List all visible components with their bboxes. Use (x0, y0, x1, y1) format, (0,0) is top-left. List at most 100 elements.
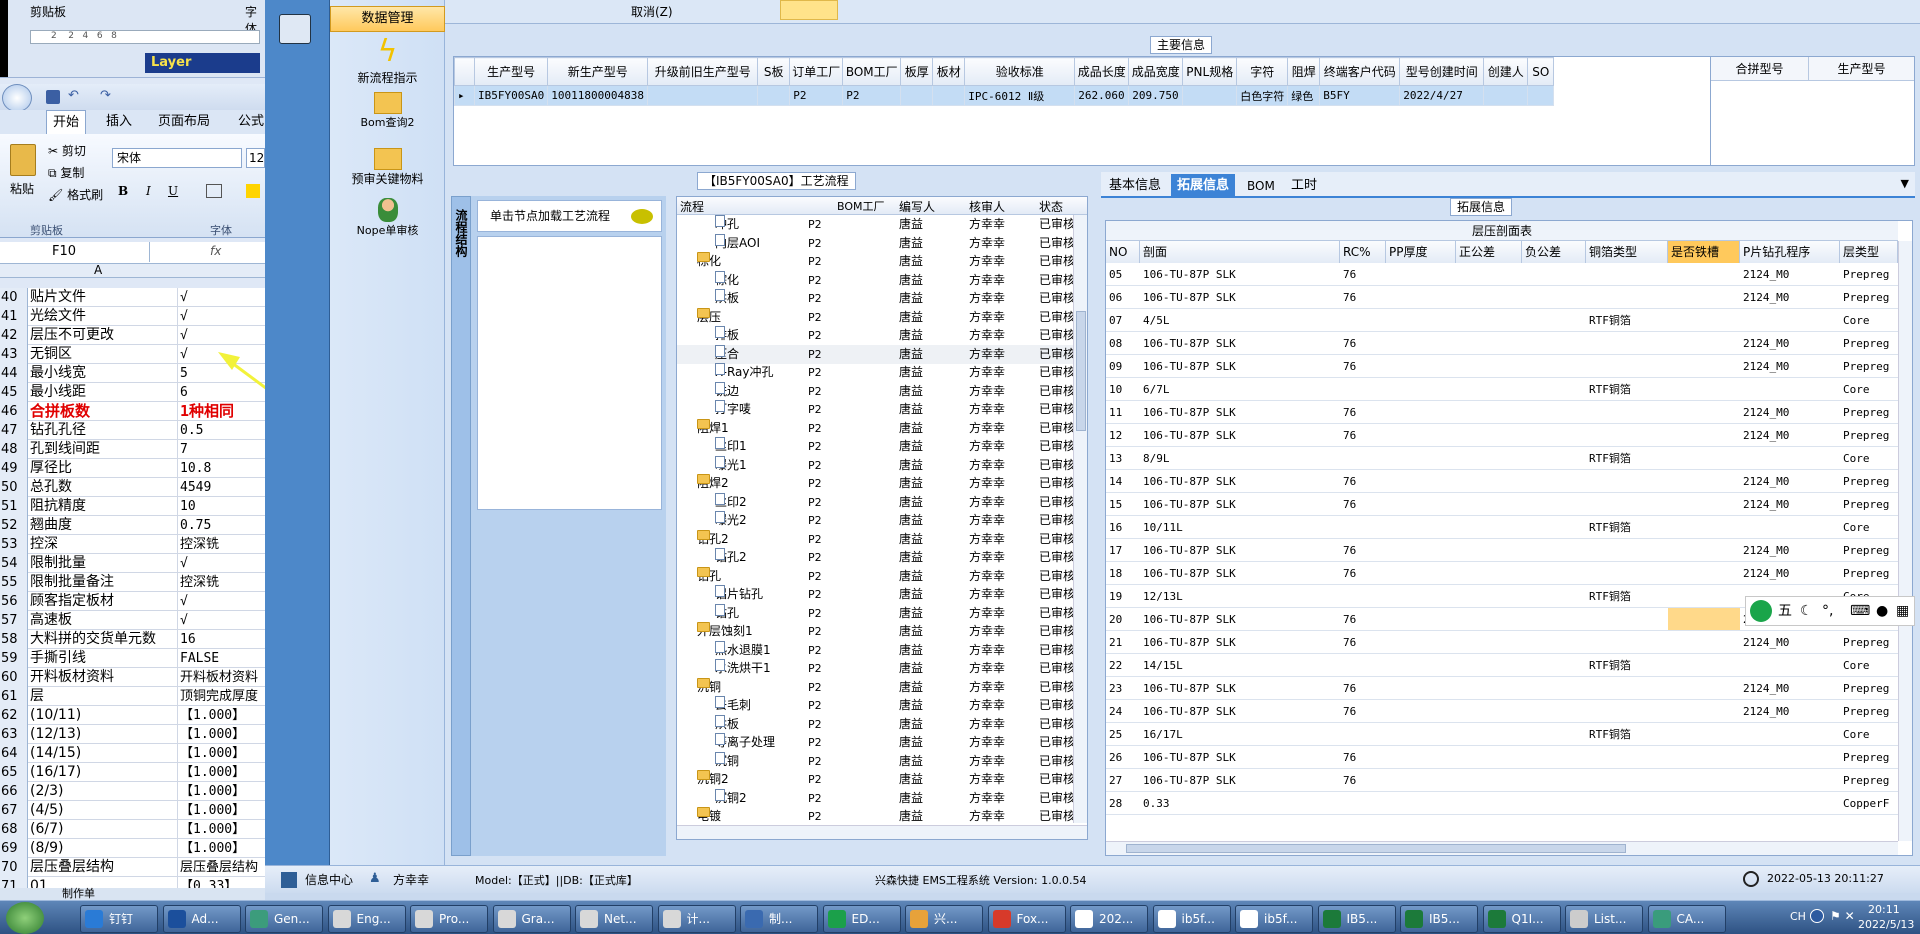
sheet-row[interactable]: 45 最小线距 6 (0, 383, 265, 402)
layer-cell[interactable]: RTF铜箔 (1589, 654, 1667, 677)
tab-hours[interactable]: 工时 (1285, 174, 1323, 198)
flow-tree-row[interactable]: 等离子处理 P2 唐益 方幸幸 已审核 (677, 733, 1073, 752)
cell-b[interactable]: 【1.000】 (180, 763, 265, 782)
main-info-cell[interactable] (900, 85, 934, 106)
flow-node[interactable]: 铝片钻孔 (715, 585, 763, 604)
flow-node[interactable]: 阻焊2 (697, 474, 729, 493)
cell-b[interactable]: 【1.000】 (180, 725, 265, 744)
main-info-col-header[interactable]: PNL规格 (1182, 57, 1238, 86)
flow-tree-row[interactable]: 曝光2 P2 唐益 方幸幸 已审核 (677, 511, 1073, 530)
punct-icon[interactable]: °, (1822, 597, 1833, 625)
sheet-row[interactable]: 54 限制批量 √ (0, 554, 265, 573)
taskbar-app-button[interactable]: Gra... (492, 905, 571, 933)
layer-cell[interactable]: Core (1843, 309, 1897, 332)
layer-cell[interactable]: RTF铜箔 (1589, 516, 1667, 539)
layer-cell[interactable]: 8/9L (1143, 447, 1339, 470)
clock-date[interactable]: 2022/5/13 (1858, 918, 1914, 931)
layer-cell[interactable]: 76 (1343, 562, 1385, 585)
flow-node[interactable]: 钻孔 (715, 603, 739, 623)
layer-row[interactable]: 23 106-TU-87P SLK 76 2124_M0 Prepreg (1106, 677, 1898, 700)
layer-cell[interactable]: 76 (1343, 746, 1385, 769)
layer-cell[interactable]: RTF铜箔 (1589, 378, 1667, 401)
layer-cell[interactable]: 10 (1109, 378, 1139, 401)
cell-a[interactable]: 高速板 (30, 611, 178, 630)
flow-tree-row[interactable]: 去毛刺 P2 唐益 方幸幸 已审核 (677, 696, 1073, 715)
main-info-cell[interactable] (1182, 85, 1238, 106)
main-info-cell[interactable]: IPC-6012 Ⅱ级 (964, 85, 1076, 106)
main-info-cell[interactable]: 10011800004838 (547, 85, 649, 106)
cell-b[interactable]: 6 (180, 383, 265, 402)
layer-row[interactable]: 09 106-TU-87P SLK 76 2124_M0 Prepreg (1106, 355, 1898, 378)
flow-node[interactable]: 内层AOI (715, 233, 760, 253)
flow-tree-row[interactable]: 沉铜2 P2 唐益 方幸幸 已审核 (677, 788, 1073, 808)
main-info-col-header[interactable]: 验收标准 (964, 57, 1076, 86)
column-a-header[interactable]: A (94, 263, 102, 277)
font-size-select[interactable]: 12 (246, 148, 265, 168)
sheet-row[interactable]: 41 光绘文件 √ (0, 307, 265, 326)
layer-row[interactable]: 05 106-TU-87P SLK 76 2124_M0 Prepreg (1106, 263, 1898, 286)
layer-cell[interactable]: Prepreg (1843, 631, 1897, 654)
layer-cell[interactable]: 2124_M0 (1743, 562, 1839, 585)
flow-node[interactable]: 沉铜2 (715, 788, 747, 808)
excel-sheet-grid[interactable]: 40 贴片文件 √ 41 光绘文件 √ 42 层压不可更改 √ 43 无铜区 √ 44 最小线宽 5 45 最小… (0, 288, 265, 900)
layer-cell[interactable]: 0.33 (1143, 792, 1339, 815)
sheet-row[interactable]: 68 (6/7) 【1.000】 (0, 820, 265, 839)
layer-row[interactable]: 12 106-TU-87P SLK 76 2124_M0 Prepreg (1106, 424, 1898, 447)
layer-row[interactable]: 28 0.33 CopperF (1106, 792, 1898, 815)
taskbar-app-button[interactable]: ib5f... (1152, 905, 1231, 933)
cell-b[interactable]: 【1.000】 (180, 744, 265, 763)
layer-cell[interactable]: CopperF (1843, 792, 1897, 815)
layer-col-header[interactable]: 剖面 (1140, 241, 1340, 263)
sheet-row[interactable]: 63 (12/13) 【1.000】 (0, 725, 265, 744)
flow-tree-row[interactable]: 外层蚀刻1 P2 唐益 方幸幸 已审核 (677, 622, 1073, 641)
sheet-row[interactable]: 56 顾客指定板材 √ (0, 592, 265, 611)
main-info-cell[interactable] (647, 85, 759, 106)
layer-cell[interactable]: 2124_M0 (1743, 424, 1839, 447)
flow-node[interactable]: 曝光1 (715, 455, 747, 475)
main-info-cell[interactable]: 绿色 (1287, 85, 1321, 106)
layer-col-header[interactable]: 是否铁槽 (1668, 241, 1740, 263)
tray-icons[interactable]: ⚑ ✕ (1830, 909, 1855, 923)
cell-a[interactable]: 无铜区 (30, 345, 178, 364)
layer-cell[interactable]: Prepreg (1843, 539, 1897, 562)
office-button[interactable] (2, 84, 32, 112)
main-info-col-header[interactable]: 升级前旧生产型号 (647, 57, 759, 86)
cell-a[interactable]: (2/3) (30, 782, 178, 801)
sheet-row[interactable]: 58 大料拼的交货单元数 16 (0, 630, 265, 649)
layer-cell[interactable]: Prepreg (1843, 424, 1897, 447)
layer-cell[interactable]: 26 (1109, 746, 1139, 769)
cell-b[interactable]: 【1.000】 (180, 782, 265, 801)
layer-cell[interactable]: 06 (1109, 286, 1139, 309)
taskbar-app-button[interactable]: Q1I... (1482, 905, 1561, 933)
layer-cell[interactable]: 76 (1343, 769, 1385, 792)
flow-tree-row[interactable]: 水洗烘干1 P2 唐益 方幸幸 已审核 (677, 659, 1073, 678)
cut-button[interactable]: ✂ 剪切 (48, 142, 86, 159)
layer-cell[interactable]: 106-TU-87P SLK (1143, 493, 1339, 516)
layer-cell[interactable]: 28 (1109, 792, 1139, 815)
layer-cell[interactable]: 76 (1343, 332, 1385, 355)
sheet-row[interactable]: 64 (14/15) 【1.000】 (0, 744, 265, 763)
bold-button[interactable]: B (118, 184, 128, 198)
taskbar-app-button[interactable]: ED... (822, 905, 901, 933)
cell-b[interactable]: √ (180, 326, 265, 345)
layer-cell[interactable]: 08 (1109, 332, 1139, 355)
taskbar-app-button[interactable]: ib5f... (1235, 905, 1313, 933)
layer-row[interactable]: 25 16/17L RTF铜箔 Core (1106, 723, 1898, 746)
layer-cell[interactable]: 2124_M0 (1743, 631, 1839, 654)
layer-table-scrollbar[interactable] (1898, 241, 1912, 841)
layer-cell[interactable]: 2124_M0 (1743, 539, 1839, 562)
layer-cell[interactable]: Prepreg (1843, 700, 1897, 723)
layer-col-header[interactable]: RC% (1340, 241, 1386, 263)
cell-b[interactable]: 控深铣 (180, 573, 265, 592)
lang-indicator[interactable]: CH (1790, 910, 1806, 923)
cell-b[interactable]: √ (180, 288, 265, 307)
sheet-tab[interactable]: 制作单 (62, 887, 95, 900)
layer-cell[interactable]: Prepreg (1843, 493, 1897, 516)
flow-tree-row[interactable]: 钻孔2 P2 唐益 方幸幸 已审核 (677, 548, 1073, 567)
cell-a[interactable]: 限制批量 (30, 554, 178, 573)
layer-cell[interactable]: RTF铜箔 (1589, 447, 1667, 470)
sheet-row[interactable]: 59 手撕引线 FALSE (0, 649, 265, 668)
sheet-row[interactable]: 61 层顶铜完成厚度 (0, 687, 265, 706)
flow-node[interactable]: 钻孔2 (697, 529, 729, 549)
sheet-row[interactable]: 67 (4/5) 【1.000】 (0, 801, 265, 820)
